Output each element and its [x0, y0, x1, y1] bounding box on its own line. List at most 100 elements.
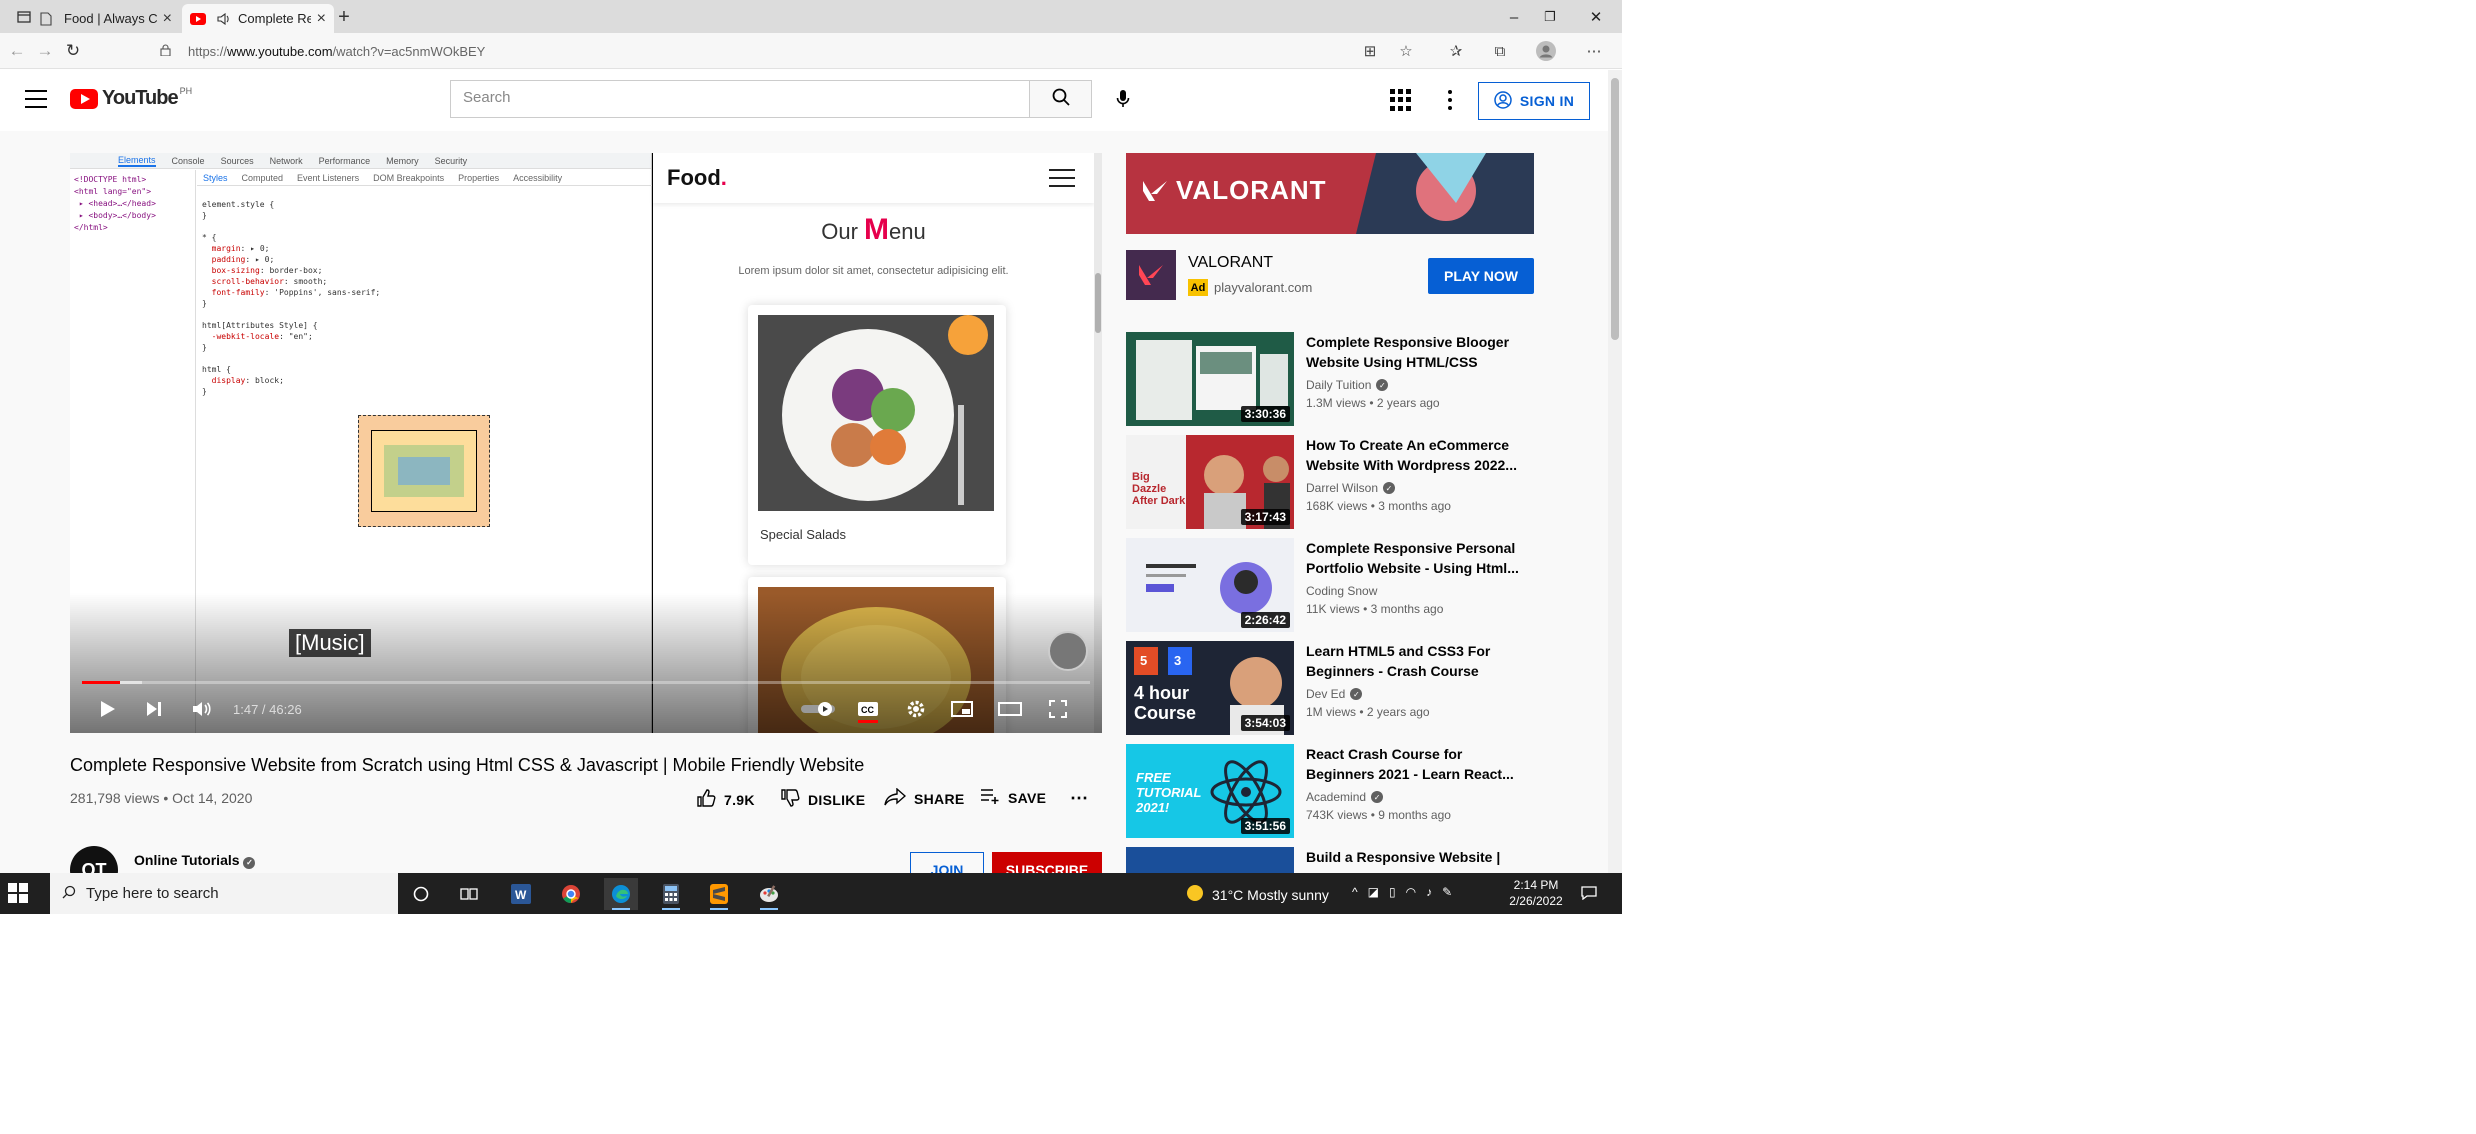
refresh-icon[interactable]: ↻: [60, 39, 86, 63]
ad-advertiser-name[interactable]: VALORANT: [1188, 254, 1273, 272]
windows-start-icon[interactable]: [8, 883, 28, 903]
autoplay-toggle-icon[interactable]: [800, 693, 836, 725]
video-thumbnail[interactable]: 3:30:36: [1126, 332, 1294, 426]
back-arrow-icon[interactable]: ←: [4, 39, 30, 63]
app-available-icon[interactable]: ⊞: [1358, 41, 1382, 61]
taskbar-search-box[interactable]: Type here to search: [50, 873, 398, 914]
channel-name[interactable]: Darrel Wilson ✓: [1306, 481, 1396, 495]
restore-icon[interactable]: ❐: [1530, 4, 1570, 30]
voice-search-mic-icon[interactable]: [1108, 84, 1138, 114]
video-title[interactable]: Learn HTML5 and CSS3 For Beginners - Cra…: [1306, 641, 1526, 681]
settings-kebab-icon[interactable]: [1440, 88, 1460, 112]
video-player[interactable]: Elements Console Sources Network Perform…: [70, 153, 1102, 733]
cortana-circle-icon[interactable]: [404, 878, 438, 910]
miniplayer-icon[interactable]: [944, 693, 980, 725]
video-thumbnail[interactable]: FREE TUTORIAL 2021! 3:51:56: [1126, 744, 1294, 838]
play-now-button[interactable]: PLAY NOW: [1428, 258, 1534, 294]
video-title[interactable]: Complete Responsive Personal Portfolio W…: [1306, 538, 1526, 578]
share-button[interactable]: SHARE: [884, 787, 965, 809]
channel-row: OT Online Tutorials ✓ JOIN SUBSCRIBE: [70, 846, 1102, 873]
close-tab-icon[interactable]: ×: [163, 10, 172, 28]
recommended-video[interactable]: 3:30:36 Complete Responsive Blooger Webs…: [1126, 332, 1534, 428]
video-thumbnail[interactable]: 5 3 4 hour Course 3:54:03: [1126, 641, 1294, 735]
video-thumbnail[interactable]: Big Dazzle After Dark 3:17:43: [1126, 435, 1294, 529]
subscribe-button[interactable]: SUBSCRIBE: [992, 852, 1102, 873]
page-scrollbar[interactable]: [1608, 70, 1622, 873]
theater-mode-icon[interactable]: [992, 693, 1028, 725]
scrollbar-thumb[interactable]: [1611, 78, 1619, 340]
guide-menu-icon[interactable]: [25, 90, 47, 108]
favorites-icon[interactable]: ✰: [1444, 41, 1468, 61]
minimize-icon[interactable]: –: [1494, 4, 1534, 30]
browser-tab[interactable]: Food | Always Choose Good ×: [30, 4, 180, 33]
battery-icon[interactable]: ▯: [1389, 885, 1396, 899]
notification-center-icon[interactable]: [1578, 883, 1600, 903]
calculator-app-icon[interactable]: [654, 878, 688, 910]
recommended-video[interactable]: 2:26:42 Complete Responsive Personal Por…: [1126, 538, 1534, 634]
settings-more-icon[interactable]: ⋯: [1582, 41, 1606, 61]
video-progress-bar[interactable]: [82, 681, 1090, 684]
sublime-text-app-icon[interactable]: [702, 878, 736, 910]
recommended-video[interactable]: FREE TUTORIAL 2021! 3:51:56 React Crash …: [1126, 744, 1534, 840]
recommended-video[interactable]: Big Dazzle After Dark 3:17:43 How To Cre…: [1126, 435, 1534, 531]
browser-tab-active[interactable]: Complete Responsive Website ×: [182, 4, 334, 33]
channel-name[interactable]: Online Tutorials ✓: [134, 852, 256, 869]
profile-avatar-icon[interactable]: [1534, 41, 1558, 61]
dislike-button[interactable]: DISLIKE: [780, 788, 865, 811]
captions-cc-icon[interactable]: CC: [850, 693, 886, 725]
youtube-apps-grid-icon[interactable]: [1390, 89, 1412, 111]
channel-avatar[interactable]: OT: [70, 846, 118, 873]
paint-app-icon[interactable]: [752, 878, 786, 910]
network-icon[interactable]: ◪: [1368, 885, 1379, 899]
channel-name[interactable]: Daily Tuition ✓: [1306, 378, 1389, 392]
recommended-video[interactable]: 5 3 4 hour Course 3:54:03 Learn HTML5 an…: [1126, 641, 1534, 737]
taskbar-clock[interactable]: 2:14 PM 2/26/2022: [1506, 877, 1566, 909]
volume-tray-icon[interactable]: ♪: [1426, 885, 1432, 899]
sign-in-button[interactable]: SIGN IN: [1478, 82, 1590, 120]
next-video-icon[interactable]: [136, 693, 172, 725]
forward-arrow-icon[interactable]: →: [32, 39, 58, 63]
video-title[interactable]: How To Create An eCommerce Website With …: [1306, 435, 1526, 475]
like-button[interactable]: 7.9K: [696, 788, 755, 811]
preview-brand: Food.: [667, 165, 727, 190]
volume-icon[interactable]: [184, 693, 220, 725]
video-title[interactable]: React Crash Course for Beginners 2021 - …: [1306, 744, 1526, 784]
chrome-app-icon[interactable]: [554, 878, 588, 910]
ad-banner[interactable]: VALORANT: [1126, 153, 1534, 234]
close-window-icon[interactable]: ✕: [1576, 4, 1616, 30]
video-thumbnail[interactable]: [1126, 847, 1294, 873]
wifi-icon[interactable]: ◠: [1406, 885, 1416, 899]
preview-navbar: Food.: [653, 153, 1094, 203]
chevron-up-icon[interactable]: ^: [1352, 885, 1358, 899]
thumb-up-icon: [696, 788, 716, 811]
close-tab-icon[interactable]: ×: [317, 10, 326, 28]
settings-gear-icon[interactable]: [898, 693, 934, 725]
channel-name[interactable]: Coding Snow: [1306, 584, 1377, 598]
word-app-icon[interactable]: W: [504, 878, 538, 910]
weather-widget[interactable]: 31°C Mostly sunny: [1186, 884, 1329, 905]
video-thumbnail[interactable]: 2:26:42: [1126, 538, 1294, 632]
new-tab-plus-icon[interactable]: +: [334, 6, 354, 28]
video-title[interactable]: Complete Responsive Blooger Website Usin…: [1306, 332, 1526, 372]
pen-icon[interactable]: ✎: [1442, 885, 1452, 899]
search-button[interactable]: [1030, 80, 1092, 118]
recommended-video[interactable]: Build a Responsive Website |: [1126, 847, 1534, 873]
save-button[interactable]: SAVE: [980, 788, 1046, 807]
channel-name[interactable]: Academind ✓: [1306, 790, 1384, 804]
add-favorite-icon[interactable]: ☆: [1394, 41, 1418, 61]
video-title[interactable]: Build a Responsive Website |: [1306, 847, 1526, 867]
youtube-logo[interactable]: YouTube PH: [70, 86, 192, 110]
speaker-icon[interactable]: [216, 11, 232, 27]
more-actions-icon[interactable]: ⋯: [1070, 788, 1088, 809]
url-field[interactable]: https://www.youtube.com/watch?v=ac5nmWOk…: [160, 39, 1350, 63]
collections-icon[interactable]: ⧉: [1488, 41, 1512, 61]
channel-watermark[interactable]: [1048, 631, 1088, 671]
search-input[interactable]: Search: [450, 80, 1030, 118]
play-icon[interactable]: [90, 693, 126, 725]
edge-app-icon[interactable]: [604, 878, 638, 910]
fullscreen-icon[interactable]: [1040, 693, 1076, 725]
channel-name[interactable]: Dev Ed ✓: [1306, 687, 1363, 701]
task-view-icon[interactable]: [452, 878, 486, 910]
ad-logo-icon[interactable]: [1126, 250, 1176, 300]
join-button[interactable]: JOIN: [910, 852, 984, 873]
